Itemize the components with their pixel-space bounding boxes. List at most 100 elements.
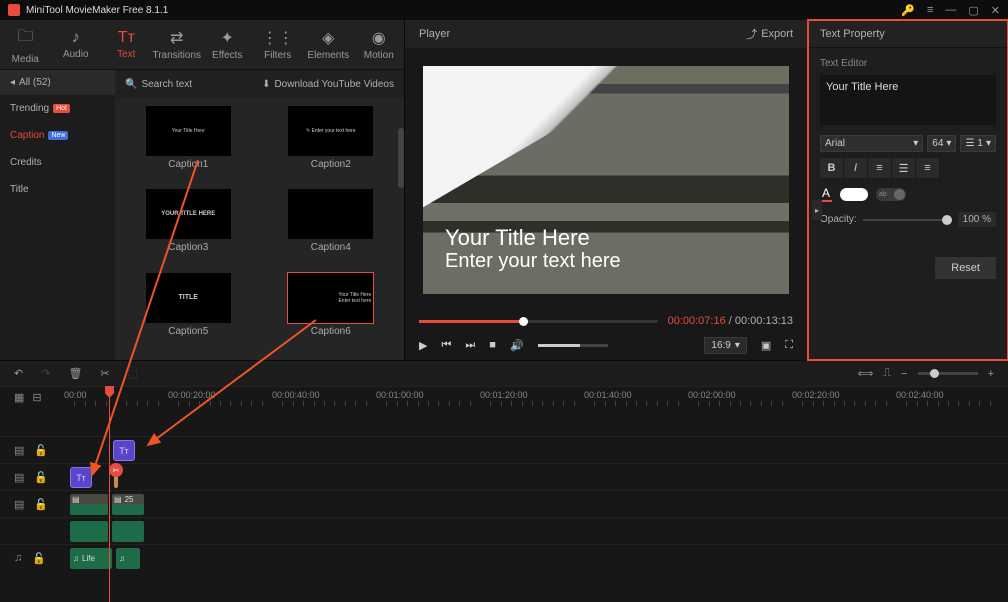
sidebar-item-title[interactable]: Title xyxy=(0,176,115,203)
tab-audio[interactable]: ♪Audio xyxy=(51,20,102,69)
minimize-icon[interactable]: — xyxy=(945,4,956,16)
track-audio-icon: ♫ xyxy=(14,552,22,564)
sidebar-item-trending[interactable]: TrendingHot xyxy=(0,95,115,122)
timecode: 00:00:07:16 / 00:00:13:13 xyxy=(668,315,793,327)
video-clip-3[interactable] xyxy=(70,521,108,542)
lock-icon[interactable]: 🔓 xyxy=(34,498,48,511)
sidebar-item-credits[interactable]: Credits xyxy=(0,149,115,176)
new-badge: New xyxy=(48,131,68,140)
delete-icon[interactable]: 🗑 xyxy=(68,367,82,380)
opacity-value: 100 % xyxy=(958,212,996,227)
volume-icon[interactable]: 🔊 xyxy=(510,339,524,352)
download-youtube[interactable]: ⬇Download YouTube Videos xyxy=(262,79,394,90)
thumb-caption4[interactable] xyxy=(288,189,373,239)
split-marker-icon[interactable]: ✂ xyxy=(109,463,123,477)
font-size-select[interactable]: 64 ▾ xyxy=(927,135,956,152)
timeline-toolbar: ↶ ↷ 🗑 ✂ ⬚ ⟺ ⎍ − + xyxy=(0,360,1008,386)
thumb-caption2[interactable]: ✎ Enter your text here xyxy=(288,106,373,156)
menu-icon[interactable]: ≡ xyxy=(927,4,933,16)
text-property-title: Text Property xyxy=(808,20,1008,48)
track-text-icon: ▤ xyxy=(14,444,24,457)
text-clip-2[interactable]: Tᴛ xyxy=(113,440,135,461)
marker-icon[interactable]: ⎍ xyxy=(883,367,891,380)
magnet-icon[interactable]: ⊟ xyxy=(32,391,41,404)
collapse-panel-icon[interactable]: ▸ xyxy=(812,200,822,220)
text-track-2: ▤ 🔓 Tᴛ xyxy=(0,436,1008,463)
search-text[interactable]: 🔍Search text xyxy=(125,79,192,90)
play-icon[interactable]: ▶ xyxy=(419,339,427,352)
reset-button[interactable]: Reset xyxy=(935,257,996,279)
opacity-label: Opacity: xyxy=(820,214,857,225)
fullscreen-icon[interactable]: ⛶ xyxy=(785,339,793,352)
titlebar: MiniTool MovieMaker Free 8.1.1 🔑 ≡ — ▢ ✕ xyxy=(0,0,1008,20)
crop-icon[interactable]: ⬚ xyxy=(128,367,138,380)
text-editor-input[interactable]: Your Title Here xyxy=(820,75,996,125)
italic-button[interactable]: I xyxy=(844,158,868,178)
sidebar-item-caption[interactable]: CaptionNew xyxy=(0,122,115,149)
export-icon: ⤴ xyxy=(746,26,757,42)
line-spacing-select[interactable]: ☰ 1 ▾ xyxy=(960,135,996,152)
zoom-in-icon[interactable]: + xyxy=(988,368,994,380)
audio-track: ♫🔓 ♫ Life ♫ ✂ xyxy=(0,544,1008,571)
track-text-icon: ▤ xyxy=(14,471,24,484)
thumb-caption6[interactable]: Your Title HereEnter text here xyxy=(288,273,373,323)
snap-icon[interactable]: ▦ xyxy=(14,391,24,404)
thumb-caption3[interactable]: YOUR TITLE HERE xyxy=(146,189,231,239)
highlight-toggle[interactable]: ab xyxy=(876,188,906,201)
text-icon: Tᴛ xyxy=(118,29,135,47)
audio-clip-2[interactable]: ♫ xyxy=(116,548,140,569)
thumb-caption1[interactable]: Your Title Here xyxy=(146,106,231,156)
snapshot-icon[interactable]: ▣ xyxy=(761,339,771,352)
split-icon[interactable]: ✂ xyxy=(100,367,109,380)
filters-icon: ⋮⋮ xyxy=(262,28,294,48)
video-text-overlay: Your Title Here Enter your text here xyxy=(445,226,621,272)
undo-icon[interactable]: ↶ xyxy=(14,367,23,380)
tab-effects[interactable]: ✦Effects xyxy=(202,20,253,69)
elements-icon: ◈ xyxy=(322,28,334,48)
video-clip-2[interactable]: ▤ 25 xyxy=(112,494,144,515)
audio-clip-1[interactable]: ♫ Life xyxy=(70,548,112,569)
tab-elements[interactable]: ◈Elements xyxy=(303,20,354,69)
text-clip-1[interactable]: Tᴛ xyxy=(70,467,92,488)
stop-icon[interactable]: ■ xyxy=(489,339,496,351)
lock-icon[interactable]: 🔓 xyxy=(34,444,48,457)
bold-button[interactable]: B xyxy=(820,158,844,178)
color-swatch[interactable] xyxy=(840,188,868,201)
align-center-button[interactable]: ☰ xyxy=(892,158,916,178)
align-left-button[interactable]: ≡ xyxy=(868,158,892,178)
sidebar-all[interactable]: ◂ All (52) xyxy=(0,70,115,95)
export-button[interactable]: ⤴Export xyxy=(746,26,793,42)
tab-motion[interactable]: ◉Motion xyxy=(354,20,405,69)
tab-media[interactable]: 🗀Media xyxy=(0,20,51,69)
prev-icon[interactable]: ⏮ xyxy=(441,339,451,352)
redo-icon[interactable]: ↷ xyxy=(41,367,50,380)
tab-transitions[interactable]: ⇄Transitions xyxy=(152,20,203,69)
zoom-slider[interactable] xyxy=(918,372,978,375)
close-icon[interactable]: ✕ xyxy=(991,4,1000,17)
align-right-button[interactable]: ≡ xyxy=(916,158,940,178)
fit-icon[interactable]: ⟺ xyxy=(858,367,874,380)
lock-icon[interactable]: 🔓 xyxy=(34,471,48,484)
video-clip-4[interactable] xyxy=(112,521,144,542)
key-icon[interactable]: 🔑 xyxy=(901,4,915,17)
video-preview[interactable]: Your Title Here Enter your text here xyxy=(423,66,789,294)
zoom-out-icon[interactable]: − xyxy=(901,368,907,380)
library-panel: 🗀Media ♪Audio TᴛText ⇄Transitions ✦Effec… xyxy=(0,20,404,360)
maximize-icon[interactable]: ▢ xyxy=(968,4,978,17)
thumb-caption5[interactable]: TITLE xyxy=(146,273,231,323)
lock-icon[interactable]: 🔓 xyxy=(32,552,46,565)
player-panel: Player ⤴Export Your Title Here Enter you… xyxy=(404,20,808,360)
tab-filters[interactable]: ⋮⋮Filters xyxy=(253,20,304,69)
playhead[interactable] xyxy=(109,386,110,602)
aspect-ratio-select[interactable]: 16:9 ▾ xyxy=(704,337,747,354)
video-clip-1[interactable]: ▤ xyxy=(70,494,108,515)
tab-text[interactable]: TᴛText xyxy=(101,20,152,69)
font-select[interactable]: Arial ▾ xyxy=(820,135,923,152)
next-icon[interactable]: ⏭ xyxy=(465,339,475,352)
search-icon: 🔍 xyxy=(125,79,137,90)
page-curl-effect xyxy=(423,66,665,207)
opacity-slider[interactable] xyxy=(863,219,952,221)
progress-bar[interactable] xyxy=(419,320,658,323)
hot-badge: Hot xyxy=(53,104,70,113)
volume-slider[interactable] xyxy=(538,344,608,347)
